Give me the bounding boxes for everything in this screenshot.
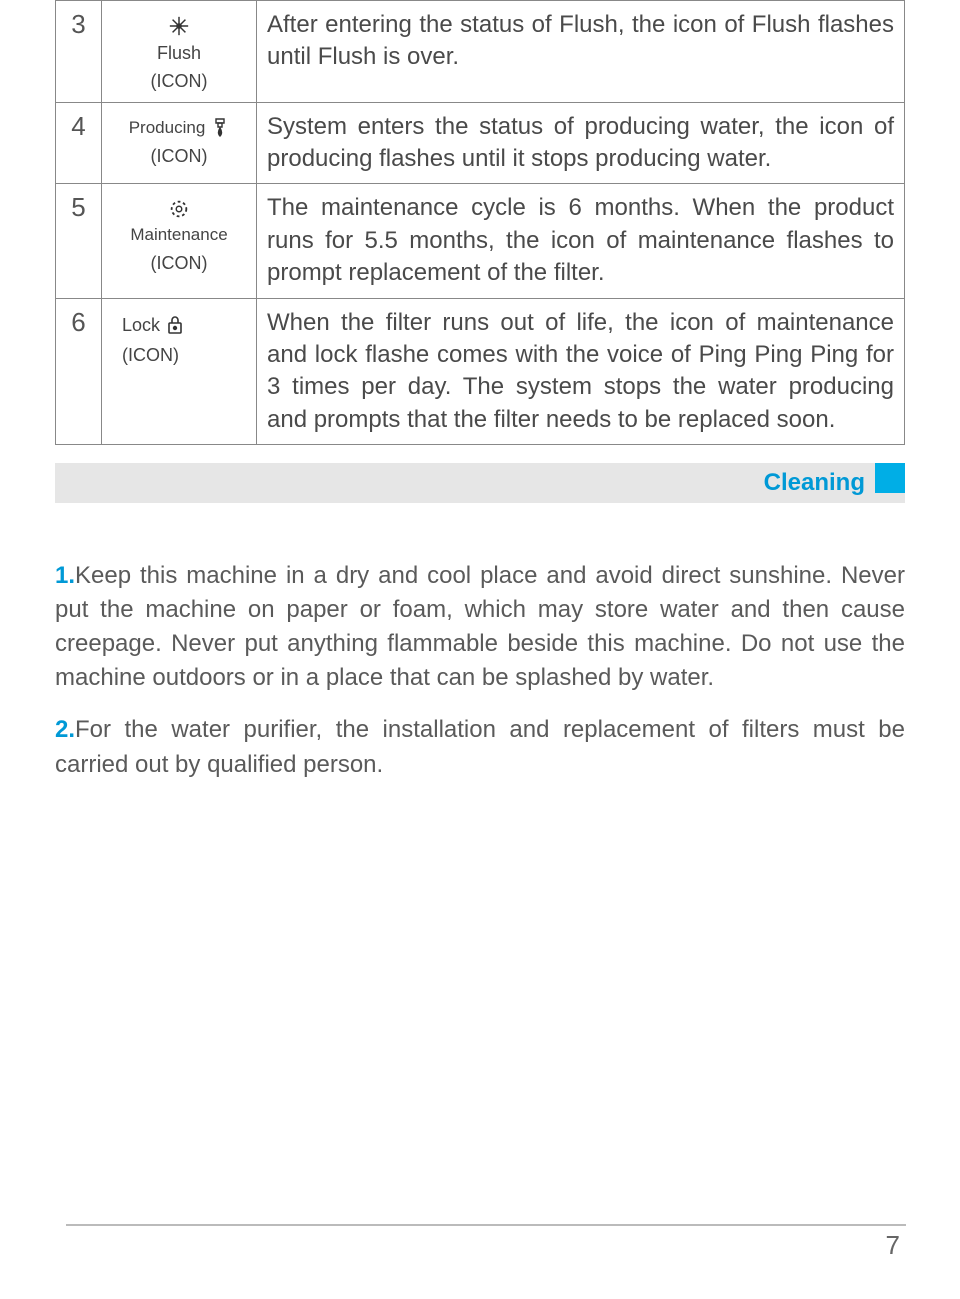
row-label: Flush <box>157 41 201 65</box>
paragraph: 1.Keep this machine in a dry and cool pl… <box>55 559 905 695</box>
row-number: 6 <box>56 298 102 445</box>
row-label-cell: Flush (ICON) <box>102 1 257 103</box>
row-label: Producing <box>129 117 206 140</box>
paragraph-lead: 2. <box>55 716 75 743</box>
icon-table: 3 Flush (ICON) After entering the status… <box>55 0 905 445</box>
row-number: 5 <box>56 184 102 298</box>
producing-icon <box>211 117 229 139</box>
row-sublabel: (ICON) <box>151 144 208 168</box>
table-row: 3 Flush (ICON) After entering the status… <box>56 1 905 103</box>
table-row: 5 Maintenance (ICON) The maintenance cyc… <box>56 184 905 298</box>
row-desc: The maintenance cycle is 6 months. When … <box>257 184 905 298</box>
section-accent-square <box>875 463 905 493</box>
lock-icon <box>166 315 184 335</box>
row-desc: System enters the status of producing wa… <box>257 102 905 184</box>
row-number: 4 <box>56 102 102 184</box>
page: 3 Flush (ICON) After entering the status… <box>0 0 960 1299</box>
row-desc: After entering the status of Flush, the … <box>257 1 905 103</box>
table-row: 4 Producing (ICON) System enters the sta… <box>56 102 905 184</box>
row-sublabel: (ICON) <box>151 69 208 93</box>
row-sublabel: (ICON) <box>151 251 208 275</box>
row-label: Lock <box>122 313 160 337</box>
body-text: 1.Keep this machine in a dry and cool pl… <box>55 559 905 781</box>
maintenance-icon <box>168 198 190 220</box>
paragraph-text: For the water purifier, the installation… <box>55 716 905 777</box>
paragraph-text: Keep this machine in a dry and cool plac… <box>55 562 905 691</box>
row-sublabel: (ICON) <box>122 343 179 367</box>
flush-icon <box>168 15 190 37</box>
row-label: Maintenance <box>130 224 227 247</box>
paragraph: 2.For the water purifier, the installati… <box>55 713 905 781</box>
row-desc: When the filter runs out of life, the ic… <box>257 298 905 445</box>
row-label-cell: Lock (ICON) <box>102 298 257 445</box>
row-label-cell: Producing (ICON) <box>102 102 257 184</box>
section-heading-bar: Cleaning <box>55 463 905 503</box>
table-row: 6 Lock (ICON) When the filter runs out o… <box>56 298 905 445</box>
page-number: 7 <box>886 1230 900 1261</box>
row-number: 3 <box>56 1 102 103</box>
paragraph-lead: 1. <box>55 562 75 589</box>
row-label-cell: Maintenance (ICON) <box>102 184 257 298</box>
section-title: Cleaning <box>764 463 865 503</box>
